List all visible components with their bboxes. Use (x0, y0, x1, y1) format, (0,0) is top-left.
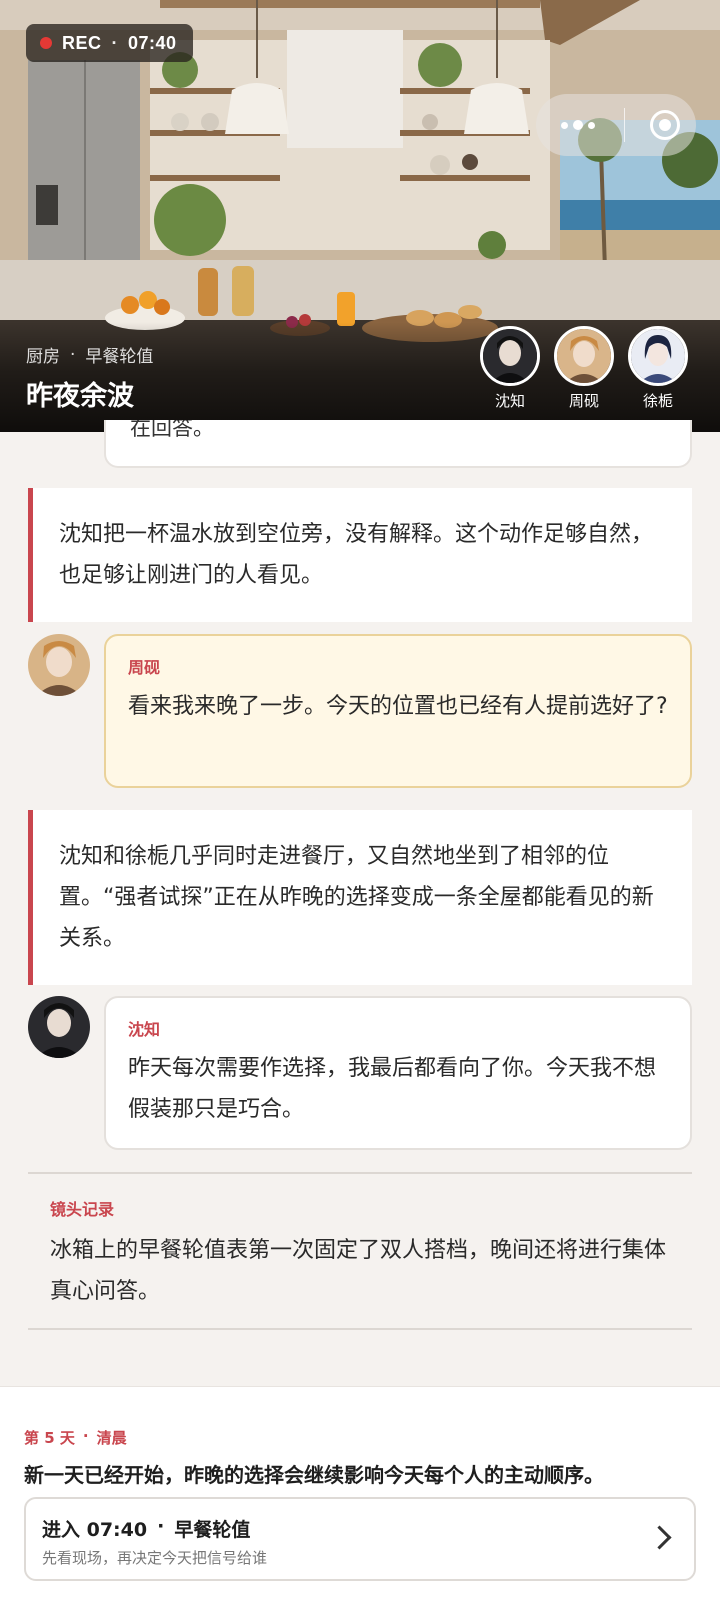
scene-title: 昨夜余波 (26, 381, 134, 412)
message-text: 看来我来晚了一步。今天的位置也已经有人提前选好了? (128, 694, 668, 719)
previous-message-tail: 在回答。 (130, 420, 214, 440)
cast-name: 周砚 (568, 392, 599, 410)
rec-separator: · (111, 32, 119, 53)
speaker-name: 周砚 (128, 658, 161, 677)
speaker-name: 沈知 (128, 1020, 161, 1039)
chat-bubble: 周砚 看来我来晚了一步。今天的位置也已经有人提前选好了? (104, 634, 692, 788)
recording-badge: REC · 07:40 (26, 24, 193, 62)
panel-headline: 新一天已经开始，昨晚的选择会继续影响今天每个人的主动顺序。 (24, 1463, 604, 1487)
enter-time: 进入 07:40 (42, 1519, 148, 1541)
chat-message-zhouyan: 周砚 看来我来晚了一步。今天的位置也已经有人提前选好了? (28, 634, 692, 788)
note-label: 镜头记录 (50, 1200, 115, 1219)
scene-separator: · (70, 344, 76, 365)
narration-text: 沈知把一杯温水放到空位旁，没有解释。这个动作足够自然，也足够让刚进门的人看见。 (59, 522, 654, 588)
chat-bubble: 沈知 昨天每次需要作选择，我最后都看向了你。今天我不想假装那只是巧合。 (104, 996, 692, 1150)
narration-text: 沈知和徐栀几乎同时走进餐厅，又自然地坐到了相邻的位置。“强者试探”正在从昨晚的选… (59, 844, 654, 951)
camera-log-note: 镜头记录 冰箱上的早餐轮值表第一次固定了双人搭档，晚间还将进行集体真心问答。 (28, 1172, 692, 1330)
enter-title: 进入 07:40 · 早餐轮值 (42, 1515, 250, 1542)
cast-member-shenzhi[interactable]: 沈知 (478, 326, 542, 411)
scene-hero: REC · 07:40 厨房 · 早餐轮值 昨夜余波 沈知 周砚 徐栀 (0, 0, 720, 432)
avatar (554, 326, 614, 386)
cast-member-zhouyan[interactable]: 周砚 (552, 326, 616, 411)
scene-subtitle: 厨房 · 早餐轮值 (26, 342, 154, 368)
chat-message-shenzhi: 沈知 昨天每次需要作选择，我最后都看向了你。今天我不想假装那只是巧合。 (28, 996, 692, 1150)
avatar (480, 326, 540, 386)
cast-name: 徐栀 (642, 392, 673, 410)
mini-program-capsule (536, 94, 696, 156)
day-period: 清晨 (96, 1429, 127, 1447)
enter-target: 早餐轮值 (174, 1519, 251, 1541)
avatar[interactable] (28, 996, 90, 1058)
record-dot-icon (40, 37, 52, 49)
scene-activity: 早餐轮值 (85, 347, 154, 367)
day-indicator: 第 5 天 · 清晨 (24, 1427, 127, 1448)
capsule-divider (623, 108, 625, 142)
narration-card: 沈知把一杯温水放到空位旁，没有解释。这个动作足够自然，也足够让刚进门的人看见。 (28, 488, 692, 622)
enter-separator: · (157, 1515, 165, 1537)
avatar (628, 326, 688, 386)
message-text: 昨天每次需要作选择，我最后都看向了你。今天我不想假装那只是巧合。 (128, 1056, 657, 1122)
avatar[interactable] (28, 634, 90, 696)
target-icon[interactable] (650, 110, 680, 140)
chevron-right-icon (647, 1525, 672, 1550)
enter-scene-button[interactable]: 进入 07:40 · 早餐轮值 先看现场，再决定今天把信号给谁 (24, 1497, 696, 1581)
more-dots-icon[interactable] (558, 120, 598, 130)
day-label: 第 5 天 (24, 1429, 75, 1447)
rec-time: 07:40 (128, 32, 177, 53)
previous-message-card: 在回答。 (104, 420, 692, 468)
narration-card: 沈知和徐栀几乎同时走进餐厅，又自然地坐到了相邻的位置。“强者试探”正在从昨晚的选… (28, 810, 692, 985)
cast-name: 沈知 (494, 392, 525, 410)
day-separator: · (82, 1427, 89, 1445)
note-text: 冰箱上的早餐轮值表第一次固定了双人搭档，晚间还将进行集体真心问答。 (50, 1238, 667, 1304)
scene-location: 厨房 (26, 347, 60, 367)
enter-subtitle: 先看现场，再决定今天把信号给谁 (42, 1549, 268, 1567)
rec-label: REC (62, 32, 102, 53)
cast-member-xuzhi[interactable]: 徐栀 (626, 326, 690, 411)
next-scene-panel: 第 5 天 · 清晨 新一天已经开始，昨晚的选择会继续影响今天每个人的主动顺序。… (0, 1386, 720, 1601)
